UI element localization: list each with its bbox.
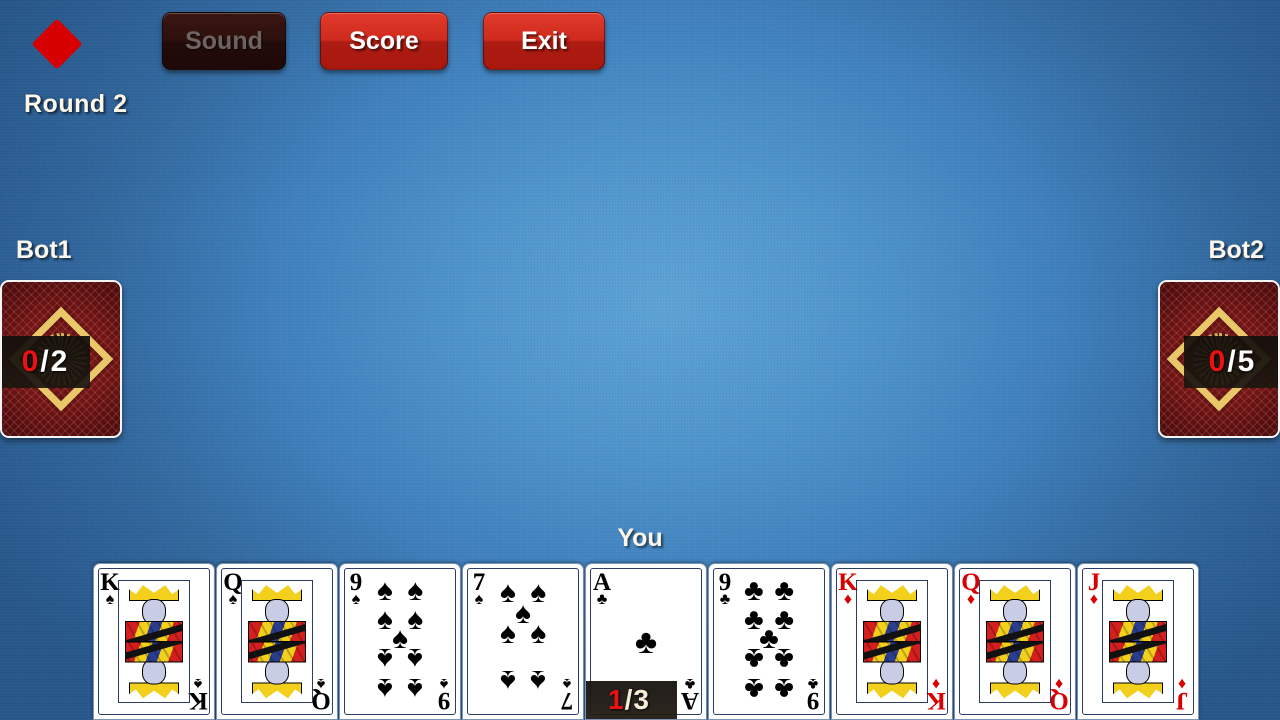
face-robe — [1108, 621, 1168, 642]
player-score-badge: 1/3 — [586, 681, 677, 719]
card-pip-spades-icon: ♠ — [376, 642, 393, 675]
card-pip-spades-icon: ♠ — [376, 602, 393, 636]
crown-icon — [1113, 682, 1163, 700]
card-suit-diamonds-icon: ♦ — [1177, 675, 1187, 692]
bot2-score-separator: / — [1227, 345, 1237, 378]
card-face-art — [856, 580, 928, 703]
card-pip-spades-icon: ♠ — [376, 573, 393, 607]
bot2-name-label: Bot2 — [1208, 236, 1264, 264]
hand-card-9-spades[interactable]: 9 ♠ 9 ♠ ♠ ♠ ♠ ♠ ♠ ♠ ♠ ♠ ♠ — [339, 563, 461, 720]
card-pip-spades-icon: ♠ — [499, 616, 516, 650]
face-art-half-bottom — [857, 641, 927, 703]
bot1-score-badge: 0 / 2 — [2, 336, 90, 388]
card-pip-grid: ♠ ♠ ♠ ♠ ♠ ♠ ♠ — [485, 578, 561, 705]
player-bid: 3 — [633, 684, 650, 715]
face-art-half-bottom — [1103, 641, 1173, 703]
card-corner-br: J ♦ — [1171, 675, 1193, 714]
face-robe — [985, 621, 1045, 642]
card-pip-spades-icon: ♠ — [499, 663, 516, 697]
crown-icon — [129, 682, 179, 700]
bot1-score-separator: / — [40, 345, 50, 378]
face-art-half-bottom — [980, 641, 1050, 703]
face-art-half-top — [119, 581, 189, 642]
card-pip-spades-icon: ♠ — [407, 573, 424, 607]
card-pip-clubs-icon: ♣ — [743, 672, 764, 706]
card-corner-tl: A ♣ — [591, 570, 613, 608]
hand-card-k-spades[interactable]: K ♠ K ♠ — [93, 563, 215, 720]
hand-card-7-spades[interactable]: 7 ♠ 7 ♠ ♠ ♠ ♠ ♠ ♠ ♠ ♠ — [462, 563, 584, 720]
face-art-half-top — [242, 581, 312, 642]
hand-card-q-spades[interactable]: Q ♠ Q ♠ — [216, 563, 338, 720]
crown-icon — [252, 682, 302, 700]
card-pip-spades-icon: ♠ — [499, 576, 516, 610]
trump-suit-indicator — [31, 18, 83, 70]
player-tricks-won: 1 — [608, 684, 625, 715]
face-art-half-top — [857, 581, 927, 642]
card-corner-br: K ♠ — [187, 675, 209, 714]
bot1-bid: 2 — [50, 345, 69, 378]
card-pip-clubs-icon: ♣ — [774, 573, 795, 607]
player-name-label: You — [617, 524, 663, 552]
hand-card-k-diamonds[interactable]: K ♦ K ♦ — [831, 563, 953, 720]
card-corner-br: K ♦ — [925, 675, 947, 714]
card-pip-spades-icon: ♠ — [392, 621, 408, 655]
player-hand: K ♠ K ♠ Q ♠ Q ♠ 9 ♠ 9 ♠ ♠ ♠ ♠ ♠ ♠ ♠ ♠ ♠ ♠ 7 ♠ 7 ♠ ♠ ♠ ♠ ♠ ♠ ♠ ♠ A ♣ A ♣ ♣ 1/3… — [93, 563, 1200, 720]
card-pip-clubs-icon: ♣ — [743, 642, 764, 675]
bot1-card-back[interactable]: 0 / 2 — [0, 280, 122, 438]
card-corner-br: A ♣ — [679, 675, 701, 714]
card-pip-clubs-icon: ♣ — [743, 573, 764, 607]
card-pip-spades-icon: ♠ — [407, 672, 424, 706]
sound-button[interactable]: Sound — [162, 12, 286, 70]
card-pip-spades-icon: ♠ — [530, 616, 547, 650]
card-pip-grid: ♣ ♣ ♣ ♣ ♣ ♣ ♣ ♣ ♣ — [731, 573, 807, 706]
card-corner-br: Q ♦ — [1048, 675, 1070, 714]
card-face-art — [118, 580, 190, 703]
face-robe — [862, 641, 922, 662]
bot1-tricks-won: 0 — [21, 345, 40, 378]
bot2-score-badge: 0 / 5 — [1184, 336, 1278, 388]
hand-card-9-clubs[interactable]: 9 ♣ 9 ♣ ♣ ♣ ♣ ♣ ♣ ♣ ♣ ♣ ♣ — [708, 563, 830, 720]
card-face-art — [979, 580, 1051, 703]
face-robe — [1108, 641, 1168, 662]
diamond-icon — [31, 18, 83, 70]
face-art-half-bottom — [119, 641, 189, 703]
card-corner-br: Q ♠ — [310, 675, 332, 714]
card-pip-spades-icon: ♠ — [376, 672, 393, 706]
hand-card-q-diamonds[interactable]: Q ♦ Q ♦ — [954, 563, 1076, 720]
card-pip-clubs-icon: ♣ — [774, 672, 795, 706]
face-art-half-bottom — [242, 641, 312, 703]
card-pip-spades-icon: ♠ — [530, 576, 547, 610]
face-robe — [124, 641, 184, 662]
face-robe — [985, 641, 1045, 662]
card-center-pip-clubs-icon: ♣ — [634, 622, 658, 661]
face-robe — [247, 621, 307, 642]
bot2-card-back[interactable]: 0 / 5 — [1158, 280, 1280, 438]
face-robe — [247, 641, 307, 662]
card-pip-spades-icon: ♠ — [515, 596, 531, 630]
card-pip-spades-icon: ♠ — [407, 642, 424, 675]
card-pip-clubs-icon: ♣ — [774, 642, 795, 675]
face-robe — [124, 621, 184, 642]
bot2-bid: 5 — [1237, 345, 1256, 378]
hand-card-j-diamonds[interactable]: J ♦ J ♦ — [1077, 563, 1199, 720]
card-pip-spades-icon: ♠ — [530, 663, 547, 697]
card-face-art — [241, 580, 313, 703]
crown-icon — [990, 682, 1040, 700]
bot1-name-label: Bot1 — [16, 236, 72, 264]
score-button[interactable]: Score — [320, 12, 448, 70]
card-face-art — [1102, 580, 1174, 703]
card-pip-grid: ♠ ♠ ♠ ♠ ♠ ♠ ♠ ♠ ♠ — [362, 573, 438, 706]
crown-icon — [867, 682, 917, 700]
bot2-tricks-won: 0 — [1208, 345, 1227, 378]
exit-button[interactable]: Exit — [483, 12, 605, 70]
face-art-half-top — [1103, 581, 1173, 642]
round-label: Round 2 — [24, 90, 128, 118]
hand-card-a-clubs[interactable]: A ♣ A ♣ ♣ 1/3 — [585, 563, 707, 720]
card-pip-spades-icon: ♠ — [407, 602, 424, 636]
face-art-half-top — [980, 581, 1050, 642]
face-robe — [862, 621, 922, 642]
